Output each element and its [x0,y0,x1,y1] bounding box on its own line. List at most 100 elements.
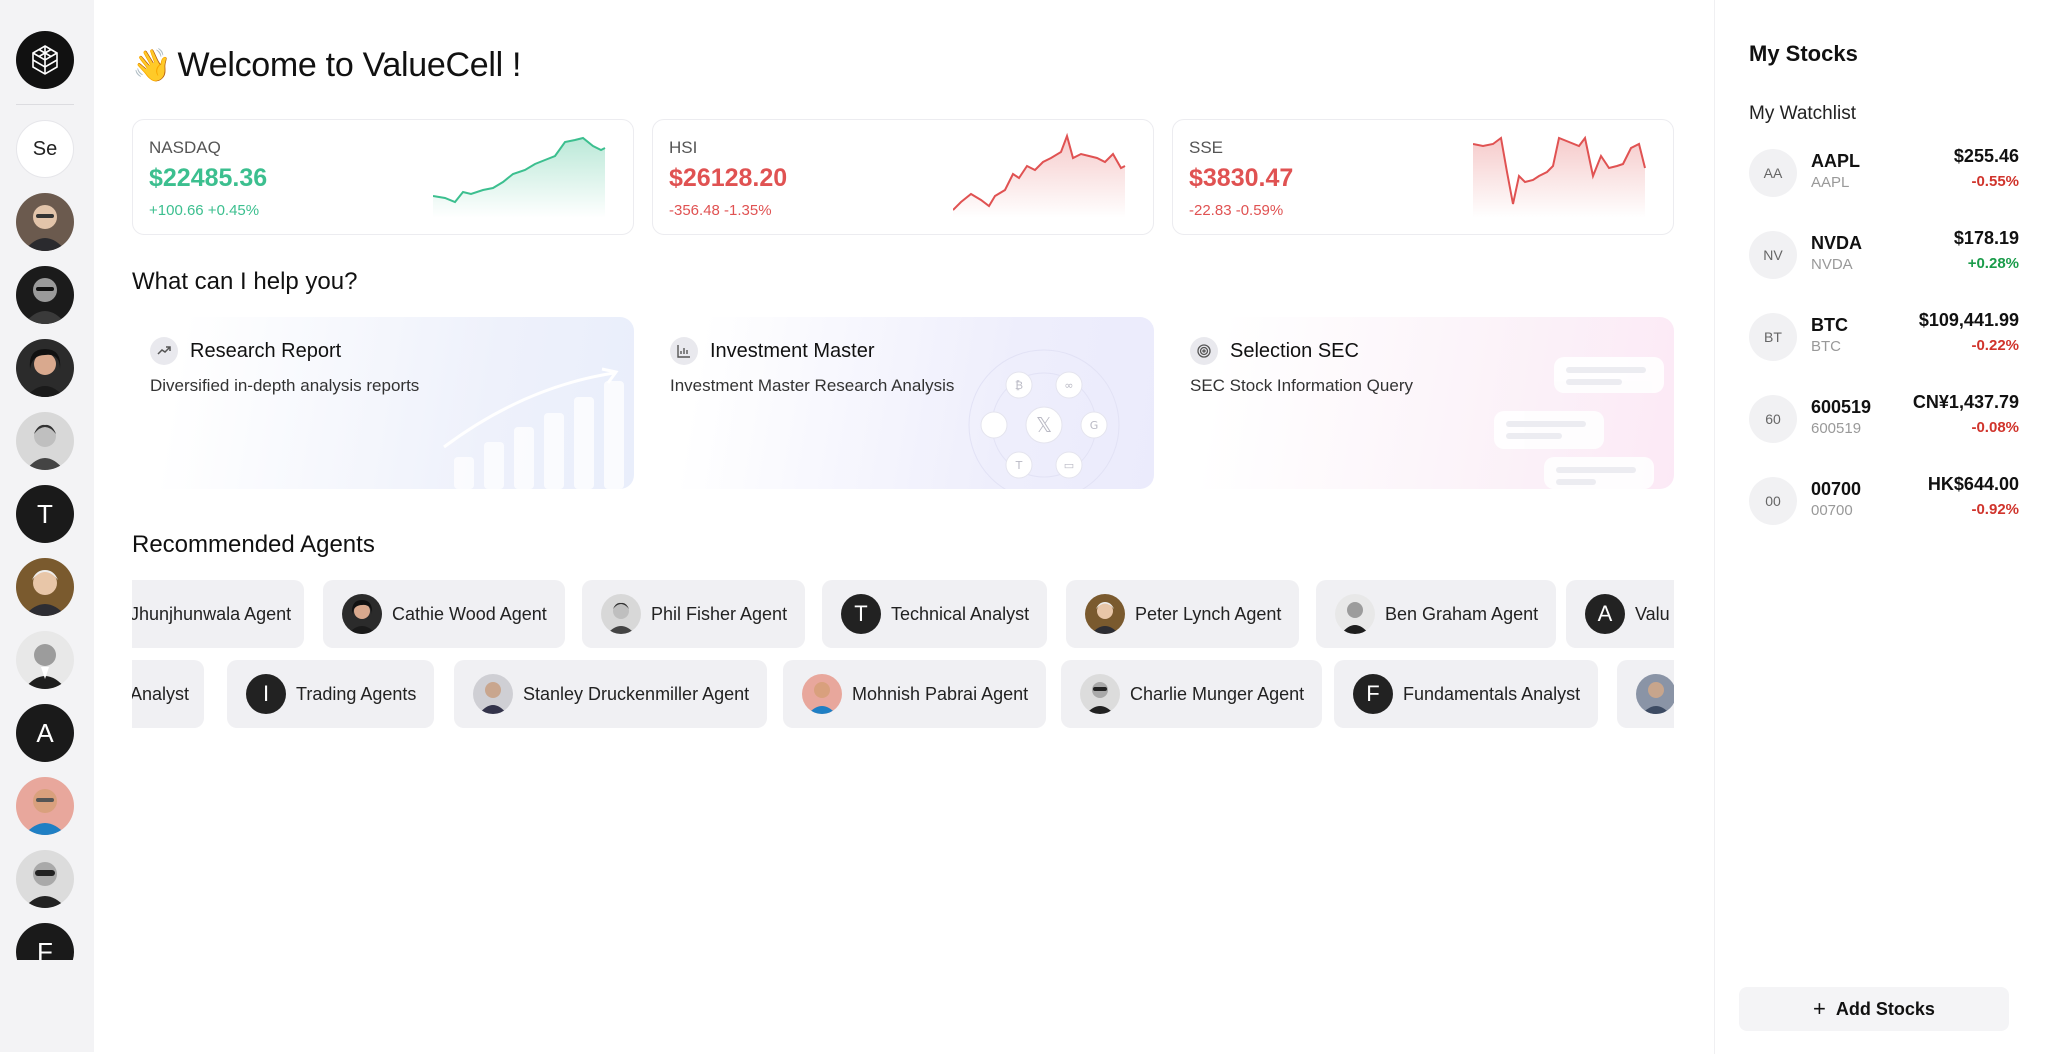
agent-chip[interactable]: Stanley Druckenmiller Agent [454,660,768,728]
agent-chip[interactable]: Cathie Wood Agent [323,580,565,648]
agent-chip[interactable]: A Valu [1566,580,1674,648]
stock-change: -0.22% [1971,337,2019,354]
agent-chip-label: Analyst [132,683,190,704]
svg-text:₿: ₿ [1015,379,1023,392]
agent-chip[interactable]: T Technical Analyst [822,580,1048,648]
rail-agent-avatar[interactable] [16,193,74,251]
watchlist-item[interactable]: AA AAPL AAPL $255.46 -0.55% [1749,142,2019,206]
watchlist-item[interactable]: BT BTC BTC $109,441.99 -0.22% [1749,306,2019,370]
agent-chip-label: Trading Agents [296,683,417,704]
svg-text:∞: ∞ [1064,379,1073,392]
help-card-research-report[interactable]: Research Report Diversified in-depth ana… [132,317,634,489]
stock-symbol: BTC [1811,315,1848,335]
rail-item-label: F [37,936,53,961]
agent-avatar: T [841,594,881,634]
rail-agent-avatar[interactable] [16,631,74,689]
svg-text:▭: ▭ [1064,459,1074,472]
rail-item-search[interactable]: Se [16,120,74,178]
index-name: HSI [669,138,698,157]
agent-avatar [342,594,382,634]
add-stocks-button[interactable]: + Add Stocks [1739,987,2009,1031]
watchlist-label: My Watchlist [1749,103,1856,124]
agent-chip[interactable]: Jhunjhunwala Agent [132,580,304,648]
recommended-section-title: Recommended Agents [132,531,375,558]
help-card-description: SEC Stock Information Query [1190,376,1413,395]
help-section-title: What can I help you? [132,268,358,295]
watchlist-item[interactable]: 60 600519 600519 CN¥1,437.79 -0.08% [1749,388,2019,452]
agent-avatar [802,674,842,714]
rail-agent-avatar[interactable] [16,558,74,616]
rail-agent-avatar[interactable]: F [16,923,74,960]
stock-subtitle: AAPL [1811,174,1850,191]
main-content: 👋 Welcome to ValueCell ! NASDAQ $22485.36… [94,0,1714,1054]
agent-chip-label: Charlie Munger Agent [1130,683,1305,704]
panel-title: My Stocks [1749,41,1858,66]
stock-subtitle: 600519 [1811,420,1862,437]
svg-text:G: G [1090,419,1099,432]
stock-symbol: 600519 [1811,397,1872,417]
agent-chip-label: Valu [1635,603,1670,624]
rail-item-label: Se [32,137,58,160]
index-change: -22.83 -0.59% [1189,202,1284,219]
index-name: SSE [1189,138,1224,157]
agent-chip[interactable]: Charlie Munger Agent [1061,660,1323,728]
target-icon [1190,337,1218,365]
index-change: +100.66 +0.45% [149,202,260,219]
stock-subtitle: 00700 [1811,502,1853,519]
sparkline-chart [433,136,606,218]
index-value: $3830.47 [1189,164,1294,192]
agent-chip-label: Cathie Wood Agent [392,603,547,624]
agent-chip[interactable]: Analyst [132,660,204,728]
index-card-nasdaq[interactable]: NASDAQ $22485.36 +100.66 +0.45% [132,119,634,235]
agent-chip-label: Peter Lynch Agent [1135,603,1282,624]
stock-avatar: BT [1749,313,1797,361]
add-stocks-label: Add Stocks [1835,998,1935,1019]
rail-agent-list: Se T A F [0,0,94,960]
agent-chip[interactable]: Peter Lynch Agent [1066,580,1300,648]
recommended-agents-marquee: Jhunjhunwala Agent Cathie Wood Agent Phi… [132,580,1674,730]
rail-agent-avatar[interactable] [16,339,74,397]
stock-price: $109,441.99 [1918,310,2019,330]
help-card-title: Research Report [190,340,342,362]
agent-chip[interactable]: Mohnish Pabrai Agent [783,660,1047,728]
agent-avatar [1085,594,1125,634]
agent-avatar [1080,674,1120,714]
agent-chip-label: Stanley Druckenmiller Agent [523,683,750,704]
rail-item-label: T [37,498,53,529]
stock-change: -0.55% [1971,173,2019,190]
rail-agent-avatar[interactable]: T [16,485,74,543]
watchlist-item[interactable]: NV NVDA NVDA $178.19 +0.28% [1749,224,2019,288]
agent-chip[interactable]: I Trading Agents [227,660,435,728]
index-value: $26128.20 [669,164,788,192]
agent-row-2: Analyst I Trading Agents Stanley Drucken… [132,660,1674,728]
index-name: NASDAQ [149,138,221,157]
agent-chip[interactable]: Ben Graham Agent [1316,580,1557,648]
help-card-investment-master[interactable]: Investment Master Investment Master Rese… [652,317,1154,489]
rail-agent-avatar[interactable]: A [16,704,74,762]
left-rail: Se T A F [0,0,94,1052]
rail-agent-avatar[interactable] [16,412,74,470]
agent-chip[interactable]: Phil Fisher Agent [582,580,806,648]
index-card-sse[interactable]: SSE $3830.47 -22.83 -0.59% [1172,119,1674,235]
rail-item-label: A [36,717,54,748]
app-window: Se T A F 👋 Welcome to ValueCell ! NASDAQ… [0,0,2056,1054]
index-change: -356.48 -1.35% [669,202,772,219]
rail-agent-avatar[interactable] [16,266,74,324]
agent-row-1: Jhunjhunwala Agent Cathie Wood Agent Phi… [132,580,1674,648]
help-card-title: Selection SEC [1230,340,1359,362]
agent-chip[interactable] [1617,660,1674,728]
agent-chip-label: Jhunjhunwala Agent [132,603,292,624]
rail-agent-avatar[interactable] [16,777,74,835]
agent-chip-label: Fundamentals Analyst [1403,683,1581,704]
stock-symbol: AAPL [1811,151,1860,171]
stock-change: +0.28% [1967,255,2019,272]
agent-chip-label: Mohnish Pabrai Agent [852,683,1029,704]
svg-text:T: T [1015,459,1023,472]
agent-chip-label: Technical Analyst [891,603,1030,624]
help-card-selection-sec[interactable]: Selection SEC SEC Stock Information Quer… [1172,317,1674,489]
agent-chip[interactable]: F Fundamentals Analyst [1334,660,1599,728]
rail-agent-avatar[interactable] [16,850,74,908]
index-card-hsi[interactable]: HSI $26128.20 -356.48 -1.35% [652,119,1154,235]
agent-avatar [601,594,641,634]
watchlist-item[interactable]: 00 00700 00700 HK$644.00 -0.92% [1749,470,2019,534]
